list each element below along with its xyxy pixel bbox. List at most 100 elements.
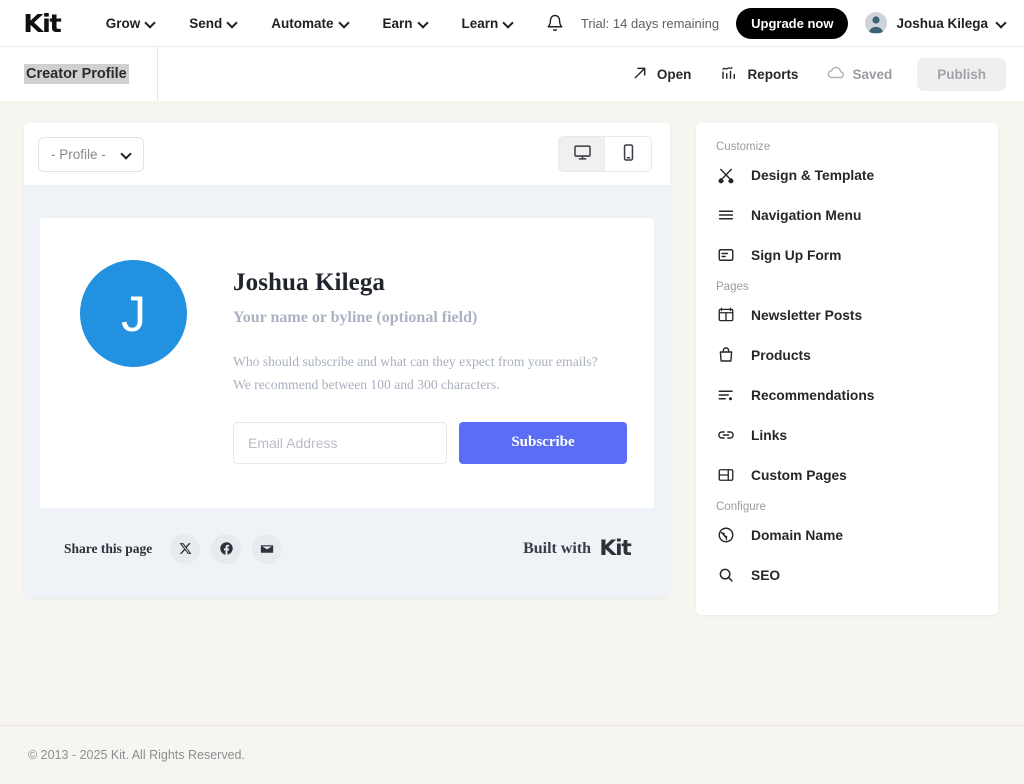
nav-item-send[interactable]: Send bbox=[189, 16, 237, 31]
sidebar-item-custom-pages[interactable]: Custom Pages bbox=[696, 455, 998, 495]
chevron-down-icon bbox=[146, 18, 155, 27]
nav-item-automate[interactable]: Automate bbox=[271, 16, 348, 31]
list-recommend-icon bbox=[716, 386, 735, 405]
nav-item-send-label: Send bbox=[189, 15, 223, 31]
external-link-arrow-icon bbox=[632, 65, 648, 84]
sidebar-group-customize: Customize Design & Template Navigation M… bbox=[696, 141, 998, 275]
profile-preview-panel: - Profile - J Joshua Kilega Your name or… bbox=[24, 123, 670, 598]
share-row: Share this page Built with Kit bbox=[40, 508, 654, 598]
newsletter-layout-icon bbox=[716, 306, 735, 325]
profile-byline-placeholder[interactable]: Your name or byline (optional field) bbox=[233, 309, 627, 327]
nav-right-cluster: Trial: 14 days remaining Upgrade now Jos… bbox=[546, 7, 1006, 39]
sidebar-group-pages: Pages Newsletter Posts Products Recommen… bbox=[696, 281, 998, 495]
chevron-down-icon bbox=[122, 149, 131, 158]
subscribe-button[interactable]: Subscribe bbox=[459, 421, 627, 464]
sidebar-item-sign-up-form[interactable]: Sign Up Form bbox=[696, 235, 998, 275]
chevron-down-icon bbox=[504, 18, 513, 27]
sidebar-group-title-pages: Pages bbox=[716, 281, 749, 293]
sidebar-item-newsletter-posts[interactable]: Newsletter Posts bbox=[696, 295, 998, 335]
sidebar-group-title-customize: Customize bbox=[716, 141, 771, 153]
sidebar-group-title-configure: Configure bbox=[716, 501, 766, 513]
top-navigation-bar: Kit Grow Send Automate Earn Learn Trial:… bbox=[0, 0, 1024, 46]
sidebar-item-navigation-menu[interactable]: Navigation Menu bbox=[696, 195, 998, 235]
reports-button[interactable]: Reports bbox=[708, 56, 810, 93]
nav-item-grow[interactable]: Grow bbox=[106, 16, 156, 31]
user-menu-label: Joshua Kilega bbox=[896, 15, 988, 31]
open-button[interactable]: Open bbox=[620, 57, 704, 92]
creator-profile-card: J Joshua Kilega Your name or byline (opt… bbox=[40, 218, 654, 508]
device-mobile-button[interactable] bbox=[605, 137, 651, 171]
sidebar-item-seo[interactable]: SEO bbox=[696, 555, 998, 595]
publish-button[interactable]: Publish bbox=[917, 57, 1006, 91]
primary-nav-links: Grow Send Automate Earn Learn bbox=[106, 16, 514, 31]
chevron-down-icon bbox=[228, 18, 237, 27]
mobile-phone-icon bbox=[619, 143, 638, 165]
share-label: Share this page bbox=[64, 540, 153, 556]
upgrade-now-button[interactable]: Upgrade now bbox=[736, 7, 849, 39]
sidebar-item-label: SEO bbox=[751, 567, 781, 583]
built-with-label: Built with bbox=[523, 539, 592, 557]
nav-item-earn-label: Earn bbox=[382, 15, 413, 31]
chevron-down-icon bbox=[419, 18, 428, 27]
form-card-icon bbox=[716, 246, 735, 265]
page-title[interactable]: Creator Profile bbox=[24, 64, 129, 84]
email-input[interactable] bbox=[233, 421, 447, 464]
nav-item-learn[interactable]: Learn bbox=[462, 16, 514, 31]
signup-form: Subscribe bbox=[233, 421, 627, 464]
device-desktop-button[interactable] bbox=[559, 137, 605, 171]
preview-toolbar: - Profile - bbox=[24, 123, 670, 185]
sidebar-item-label: Domain Name bbox=[751, 527, 844, 543]
sidebar-item-links[interactable]: Links bbox=[696, 415, 998, 455]
page-title-container: Creator Profile bbox=[0, 47, 158, 101]
desktop-monitor-icon bbox=[573, 143, 592, 165]
sidebar-item-label: Recommendations bbox=[751, 387, 875, 403]
sidebar-item-label: Links bbox=[751, 427, 788, 443]
chevron-down-icon bbox=[997, 18, 1006, 27]
sidebar-item-label: Sign Up Form bbox=[751, 247, 842, 263]
profile-selector-value: - Profile - bbox=[51, 146, 106, 162]
sidebar-item-domain-name[interactable]: Domain Name bbox=[696, 515, 998, 555]
kit-brand-logo: Kit bbox=[599, 536, 631, 561]
built-with-badge[interactable]: Built with Kit bbox=[523, 536, 632, 561]
settings-sidebar: Customize Design & Template Navigation M… bbox=[696, 123, 998, 615]
profile-info: Joshua Kilega Your name or byline (optio… bbox=[233, 260, 627, 464]
chart-bars-icon bbox=[720, 64, 738, 85]
x-twitter-icon[interactable] bbox=[170, 533, 201, 564]
profile-selector-dropdown[interactable]: - Profile - bbox=[38, 136, 144, 172]
link-chain-icon bbox=[716, 426, 735, 445]
sidebar-item-recommendations[interactable]: Recommendations bbox=[696, 375, 998, 415]
sidebar-group-configure: Configure Domain Name SEO bbox=[696, 501, 998, 595]
trial-status-text: Trial: 14 days remaining bbox=[580, 15, 720, 31]
share-icon-group bbox=[170, 533, 283, 564]
globe-icon bbox=[716, 526, 735, 545]
device-preview-toggle bbox=[558, 136, 652, 172]
nav-item-automate-label: Automate bbox=[271, 15, 334, 31]
saved-status: Saved bbox=[815, 56, 904, 93]
bell-icon[interactable] bbox=[546, 14, 564, 32]
copyright-text: © 2013 - 2025 Kit. All Rights Reserved. bbox=[28, 748, 245, 762]
page-footer: © 2013 - 2025 Kit. All Rights Reserved. bbox=[0, 725, 1024, 784]
profile-description-placeholder[interactable]: Who should subscribe and what can they e… bbox=[233, 350, 605, 397]
chevron-down-icon bbox=[340, 18, 349, 27]
profile-name: Joshua Kilega bbox=[233, 269, 386, 296]
menu-lines-icon bbox=[716, 206, 735, 225]
sidebar-item-label: Custom Pages bbox=[751, 467, 847, 483]
saved-status-label: Saved bbox=[852, 66, 893, 82]
preview-canvas: J Joshua Kilega Your name or byline (opt… bbox=[24, 185, 670, 598]
sidebar-item-design-template[interactable]: Design & Template bbox=[696, 155, 998, 195]
email-envelope-icon[interactable] bbox=[252, 533, 283, 564]
sidebar-item-label: Design & Template bbox=[751, 167, 875, 183]
avatar: J bbox=[80, 260, 187, 367]
open-button-label: Open bbox=[656, 66, 692, 82]
kit-logo[interactable]: Kit bbox=[23, 11, 62, 36]
sidebar-item-products[interactable]: Products bbox=[696, 335, 998, 375]
reports-button-label: Reports bbox=[747, 66, 799, 82]
nav-item-grow-label: Grow bbox=[105, 15, 141, 31]
page-toolbar: Creator Profile Open Reports Saved Publi… bbox=[0, 46, 1024, 101]
user-avatar-icon bbox=[865, 12, 888, 34]
facebook-icon[interactable] bbox=[211, 533, 242, 564]
nav-item-earn[interactable]: Earn bbox=[383, 16, 428, 31]
toolbar-actions: Open Reports Saved Publish bbox=[620, 56, 1024, 93]
sidebar-item-label: Navigation Menu bbox=[751, 207, 862, 223]
user-menu[interactable]: Joshua Kilega bbox=[865, 12, 1006, 34]
